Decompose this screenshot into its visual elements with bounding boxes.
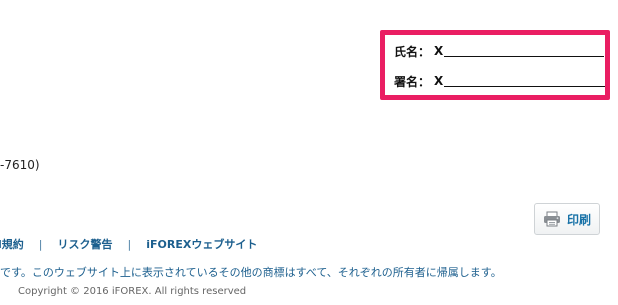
- footer-link-terms[interactable]: l規約: [0, 236, 24, 252]
- page: 氏名： X 署名： X -7610) 印刷 l規約 | リスク警告 | iFOR…: [0, 0, 618, 305]
- sign-x-mark: X: [434, 74, 444, 88]
- footer-link-iforex-website[interactable]: iFOREXウェブサイト: [146, 236, 257, 252]
- footer-link-risk-warning[interactable]: リスク警告: [58, 236, 113, 252]
- name-x-mark: X: [434, 44, 444, 58]
- name-line: 氏名： X: [394, 43, 605, 59]
- sign-line: 署名： X: [394, 73, 605, 89]
- print-button[interactable]: 印刷: [534, 203, 600, 235]
- name-label: 氏名：: [394, 44, 431, 59]
- sign-signature-field[interactable]: [444, 75, 605, 87]
- signature-box: 氏名： X 署名： X: [380, 30, 610, 100]
- sign-label: 署名：: [394, 74, 431, 89]
- print-button-label: 印刷: [566, 212, 591, 227]
- name-signature-field[interactable]: [444, 45, 605, 57]
- trademark-notice: です。このウェブサイト上に表示されているその他の商標はすべて、それぞれの所有者に…: [0, 266, 502, 279]
- printer-icon: [543, 211, 561, 227]
- copyright-text: Copyright © 2016 iFOREX. All rights rese…: [18, 286, 247, 297]
- footer-separator: |: [127, 237, 132, 251]
- phone-number-fragment: -7610): [0, 158, 40, 172]
- footer-links: l規約 | リスク警告 | iFOREXウェブサイト: [0, 236, 257, 252]
- footer-separator: |: [38, 237, 43, 251]
